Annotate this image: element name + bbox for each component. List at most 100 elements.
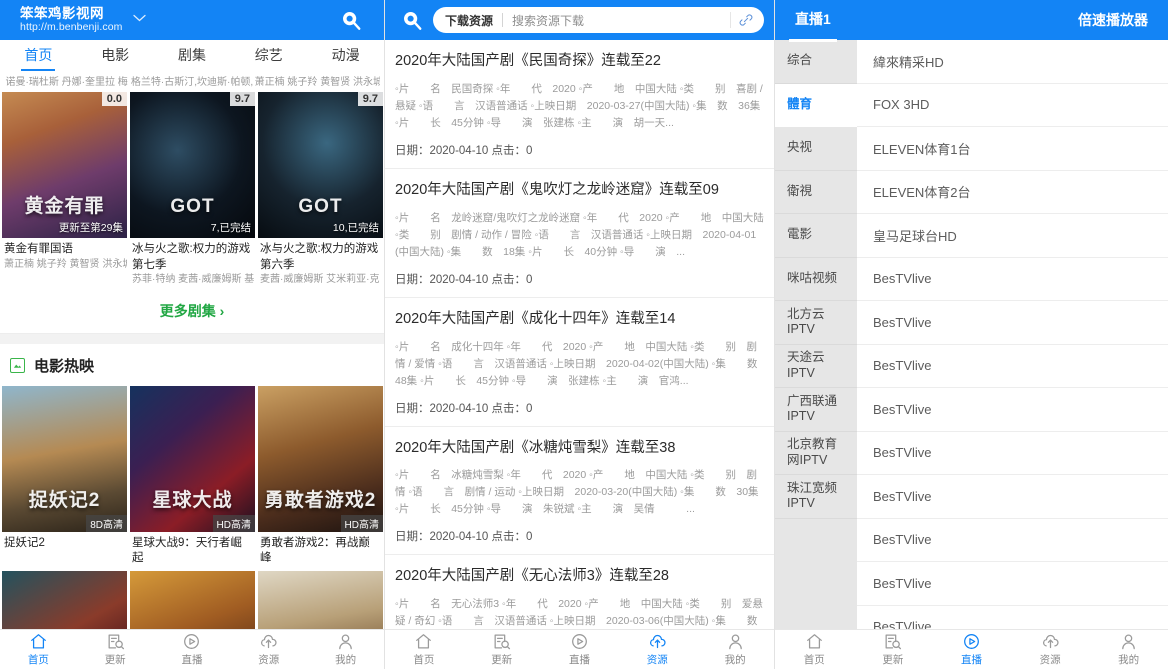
tab-动漫[interactable]: 动漫 bbox=[307, 45, 384, 65]
live-category-广西联通iptv[interactable]: 广西联通IPTV bbox=[775, 388, 857, 432]
nav-label: 更新 bbox=[104, 654, 126, 666]
resource-item[interactable]: 2020年大陆国产剧《冰糖炖雪梨》连载至38 ◦片 名 冰糖炖雪梨 ◦年 代 2… bbox=[385, 427, 774, 556]
mid-topbar: 下载资源 搜索资源下载 bbox=[385, 0, 774, 40]
live-channel-item[interactable]: BesTVlive bbox=[857, 562, 1168, 606]
search-bar[interactable]: 下载资源 搜索资源下载 bbox=[433, 7, 764, 33]
live-category-體育[interactable]: 體育 bbox=[775, 83, 857, 127]
nav-item-updates[interactable]: 更新 bbox=[854, 632, 933, 667]
poster-image[interactable]: 捉妖记2 8D高清 bbox=[2, 385, 127, 532]
live-category-央视[interactable]: 央视 bbox=[775, 127, 857, 171]
drama-card[interactable]: GOT 9.7 7,已完结 冰与火之歌:权力的游戏第七季 苏菲·特纳 麦茜·威廉… bbox=[130, 92, 255, 287]
nav-item-updates[interactable]: 更新 bbox=[463, 632, 541, 667]
quality-badge: HD高清 bbox=[212, 514, 255, 532]
resource-item[interactable]: 2020年大陆国产剧《民国奇探》连载至22 ◦片 名 民国奇探 ◦年 代 202… bbox=[385, 40, 774, 169]
poster-image[interactable]: 勇敢者游戏2 HD高清 bbox=[258, 385, 383, 532]
tab-live1[interactable]: 直播1 bbox=[789, 9, 837, 42]
site-brand[interactable]: 笨笨鸡影视网 http://m.benbenji.com bbox=[0, 6, 123, 34]
live-channel-item[interactable]: 緯來精采HD bbox=[857, 40, 1168, 84]
drama-card[interactable]: 黄金有罪 0.0 更新至第29集 黄金有罪国语 萧正楠 姚子羚 黄智贤 洪永城 bbox=[2, 92, 127, 287]
search-input[interactable]: 搜索资源下载 bbox=[512, 12, 730, 29]
card-title: 冰与火之歌:权力的游戏第六季 bbox=[260, 243, 379, 271]
nav-item-home[interactable]: 首页 bbox=[385, 632, 463, 667]
app-root: 笨笨鸡影视网 http://m.benbenji.com 首页 电影 剧集 综艺… bbox=[0, 0, 1168, 669]
card-subtitle: 萧正楠 姚子羚 黄智贤 洪永城 bbox=[4, 258, 127, 270]
nav-label: 资源 bbox=[1039, 654, 1061, 666]
resource-list[interactable]: 2020年大陆国产剧《民国奇探》连载至22 ◦片 名 民国奇探 ◦年 代 202… bbox=[385, 40, 774, 669]
nav-item-mine[interactable]: 我的 bbox=[307, 632, 384, 667]
resource-meta: ◦片 名 民国奇探 ◦年 代 2020 ◦产 地 中国大陆 ◦类 别 喜剧 / … bbox=[395, 82, 763, 129]
poster-image[interactable]: GOT 9.7 10,已完结 bbox=[258, 92, 383, 238]
nav-item-mine[interactable]: 我的 bbox=[1089, 632, 1168, 667]
nav-item-home[interactable]: 首页 bbox=[775, 632, 854, 667]
category-tabs: 首页 电影 剧集 综艺 动漫 bbox=[0, 40, 384, 70]
nav-label: 首页 bbox=[413, 654, 435, 666]
live-channel-item[interactable]: FOX 3HD bbox=[857, 84, 1168, 127]
live-channel-list[interactable]: 緯來精采HD FOX 3HD ELEVEN体育1台 ELEVEN体育2台 皇马足… bbox=[857, 40, 1168, 669]
live-channel-item[interactable]: BesTVlive bbox=[857, 432, 1168, 475]
resource-title: 2020年大陆国产剧《成化十四年》连载至14 bbox=[395, 310, 676, 327]
search-icon[interactable] bbox=[395, 9, 429, 31]
live-category-咪咕视频[interactable]: 咪咕视频 bbox=[775, 258, 857, 301]
live-channel-item[interactable]: 皇马足球台HD bbox=[857, 214, 1168, 258]
chevron-down-icon[interactable] bbox=[132, 9, 146, 27]
resource-date: 日期：2020-04-10 点击：0 bbox=[395, 273, 533, 286]
movie-card[interactable]: 捉妖记2 8D高清 捉妖记2 bbox=[2, 385, 127, 567]
nav-label: 我的 bbox=[335, 654, 357, 666]
search-category-label[interactable]: 下载资源 bbox=[445, 12, 493, 29]
nav-item-live[interactable]: 直播 bbox=[541, 632, 619, 667]
right-panel-live-tv: 直播1 倍速播放器 综合 體育 央视 衛視 電影 咪咕视频 北方云IPTV 天途… bbox=[775, 0, 1168, 669]
nav-item-live[interactable]: 直播 bbox=[932, 632, 1011, 667]
live-category-综合[interactable]: 综合 bbox=[775, 40, 857, 84]
poster-image[interactable]: 星球大战 HD高清 bbox=[130, 385, 255, 532]
left-topbar: 笨笨鸡影视网 http://m.benbenji.com bbox=[0, 0, 384, 40]
live-channel-item[interactable]: BesTVlive bbox=[857, 475, 1168, 519]
live-channel-item[interactable]: BesTVlive bbox=[857, 388, 1168, 432]
search-icon[interactable] bbox=[340, 9, 362, 31]
resource-item[interactable]: 2020年大陆国产剧《成化十四年》连载至14 ◦片 名 成化十四年 ◦年 代 2… bbox=[385, 298, 774, 427]
list-search-icon bbox=[106, 632, 125, 651]
live-channel-item[interactable]: BesTVlive bbox=[857, 301, 1168, 345]
nav-item-updates[interactable]: 更新 bbox=[77, 632, 154, 667]
movie-card-grid: 捉妖记2 8D高清 捉妖记2 星球大战 HD高清 星球大战9：天行者崛起 勇敢者… bbox=[0, 385, 384, 567]
nav-item-resources[interactable]: 资源 bbox=[1011, 632, 1090, 667]
drama-card[interactable]: GOT 9.7 10,已完结 冰与火之歌:权力的游戏第六季 麦茜·威廉姆斯 艾米… bbox=[258, 92, 383, 287]
tab-电影[interactable]: 电影 bbox=[77, 45, 154, 65]
nav-item-resources[interactable]: 资源 bbox=[618, 632, 696, 667]
live-channel-item[interactable]: ELEVEN体育2台 bbox=[857, 171, 1168, 214]
live-category-北方云iptv[interactable]: 北方云IPTV bbox=[775, 301, 857, 345]
tab-首页[interactable]: 首页 bbox=[0, 45, 77, 65]
tab-剧集[interactable]: 剧集 bbox=[154, 45, 231, 65]
live-category-電影[interactable]: 電影 bbox=[775, 214, 857, 258]
nav-item-live[interactable]: 直播 bbox=[154, 632, 231, 667]
tab-综艺[interactable]: 综艺 bbox=[230, 45, 307, 65]
nav-item-home[interactable]: 首页 bbox=[0, 632, 77, 667]
poster-art-text: GOT bbox=[298, 196, 343, 217]
live-category-衛視[interactable]: 衛視 bbox=[775, 171, 857, 214]
link-icon[interactable] bbox=[730, 12, 760, 28]
live-channel-item[interactable]: ELEVEN体育1台 bbox=[857, 127, 1168, 171]
live-channel-item[interactable]: BesTVlive bbox=[857, 519, 1168, 562]
mid-bottom-nav: 首页 更新 直播 资源 我的 bbox=[385, 629, 774, 669]
nav-item-mine[interactable]: 我的 bbox=[696, 632, 774, 667]
live-channel-item[interactable]: BesTVlive bbox=[857, 345, 1168, 388]
poster-art-text: GOT bbox=[170, 196, 215, 217]
live-category-北京教育网iptv[interactable]: 北京教育网IPTV bbox=[775, 432, 857, 475]
nav-label: 资源 bbox=[258, 654, 280, 666]
resource-title: 2020年大陆国产剧《无心法师3》连载至28 bbox=[395, 568, 669, 585]
live-category-sidebar[interactable]: 综合 體育 央视 衛視 電影 咪咕视频 北方云IPTV 天途云IPTV 广西联通… bbox=[775, 40, 857, 669]
cast-text-1: 诺曼·瑞杜斯 丹娜·奎里拉 梅 bbox=[5, 77, 128, 88]
home-icon bbox=[414, 632, 433, 651]
live-content: 综合 體育 央视 衛視 電影 咪咕视频 北方云IPTV 天途云IPTV 广西联通… bbox=[775, 40, 1168, 669]
live-category-天途云iptv[interactable]: 天途云IPTV bbox=[775, 345, 857, 388]
live-channel-item[interactable]: BesTVlive bbox=[857, 258, 1168, 301]
live-category-珠江宽频iptv[interactable]: 珠江宽频IPTV bbox=[775, 475, 857, 519]
movie-card[interactable]: 星球大战 HD高清 星球大战9：天行者崛起 bbox=[130, 385, 255, 567]
poster-image[interactable]: 黄金有罪 0.0 更新至第29集 bbox=[2, 92, 127, 238]
speed-player-button[interactable]: 倍速播放器 bbox=[1078, 10, 1148, 30]
movie-card[interactable]: 勇敢者游戏2 HD高清 勇敢者游戏2：再战巅峰 bbox=[258, 385, 383, 567]
resource-item[interactable]: 2020年大陆国产剧《鬼吹灯之龙岭迷窟》连载至09 ◦片 名 龙岭迷窟/鬼吹灯之… bbox=[385, 169, 774, 298]
more-dramas-link[interactable]: 更多剧集 › bbox=[160, 303, 225, 319]
poster-image[interactable]: GOT 9.7 7,已完结 bbox=[130, 92, 255, 238]
quality-badge: 8D高清 bbox=[86, 514, 127, 532]
nav-item-resources[interactable]: 资源 bbox=[230, 632, 307, 667]
